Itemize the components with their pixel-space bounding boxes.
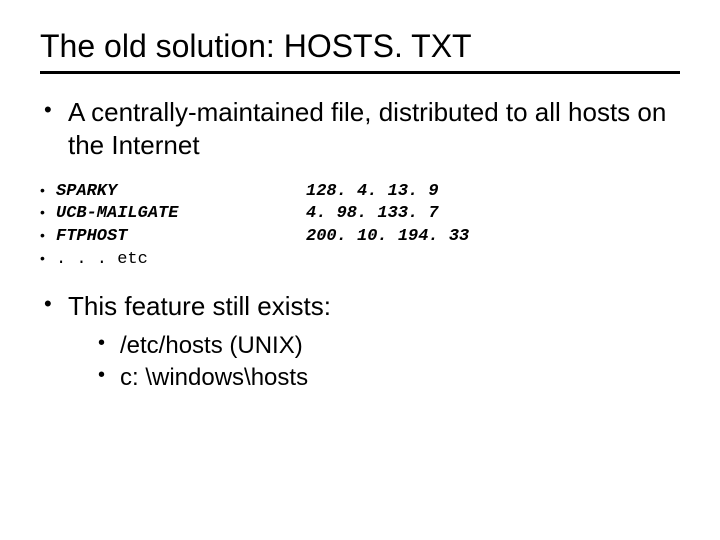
host-name: UCB-MAILGATE [56,203,306,226]
hosts-etc-text: . . . etc [56,249,148,272]
bullet-list: A centrally-maintained file, distributed… [40,96,680,163]
host-ip: 200. 10. 194. 33 [306,226,469,249]
bullet-text: This feature still exists: [68,291,331,321]
sub-item: c: \windows\hosts [98,362,680,394]
bullet-item: This feature still exists: /etc/hosts (U… [40,290,680,394]
host-name: SPARKY [56,181,306,204]
sub-item: /etc/hosts (UNIX) [98,330,680,362]
title-underline [40,71,680,74]
hosts-row: UCB-MAILGATE 4. 98. 133. 7 [40,203,680,226]
hosts-row: SPARKY 128. 4. 13. 9 [40,181,680,204]
slide: The old solution: HOSTS. TXT A centrally… [0,0,720,394]
host-ip: 4. 98. 133. 7 [306,203,439,226]
bullet-list-2: This feature still exists: /etc/hosts (U… [40,290,680,394]
hosts-row: FTPHOST 200. 10. 194. 33 [40,226,680,249]
slide-title: The old solution: HOSTS. TXT [40,28,680,65]
bullet-item: A centrally-maintained file, distributed… [40,96,680,163]
hosts-list: SPARKY 128. 4. 13. 9 UCB-MAILGATE 4. 98.… [40,181,680,273]
host-ip: 128. 4. 13. 9 [306,181,439,204]
sub-list: /etc/hosts (UNIX) c: \windows\hosts [68,330,680,395]
hosts-etc: . . . etc [40,249,680,272]
host-name: FTPHOST [56,226,306,249]
